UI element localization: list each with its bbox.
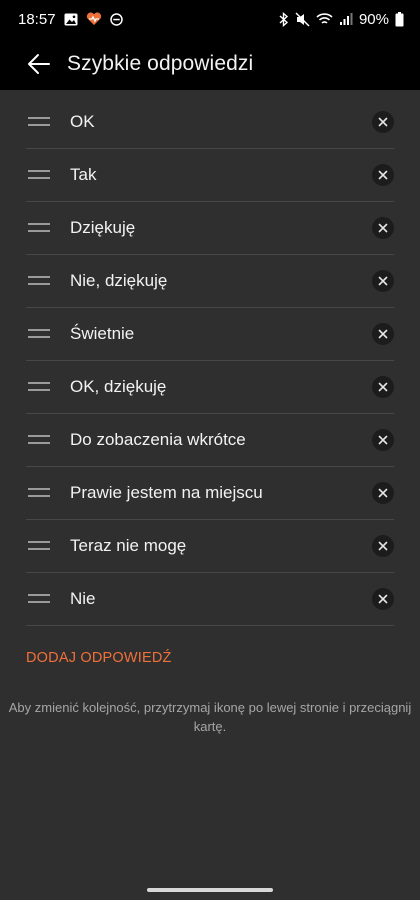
drag-handle-icon[interactable] <box>28 377 54 397</box>
remove-reply-button[interactable] <box>372 111 394 133</box>
wifi-icon <box>316 12 333 26</box>
remove-reply-button[interactable] <box>372 588 394 610</box>
reply-item[interactable]: Prawie jestem na miejscu <box>26 467 394 520</box>
battery-percent: 90% <box>358 10 389 28</box>
reply-label: Nie, dziękuję <box>70 271 168 290</box>
close-icon <box>378 170 388 180</box>
remove-reply-button[interactable] <box>372 217 394 239</box>
reply-item[interactable]: Świetnie <box>26 308 394 361</box>
drag-handle-icon[interactable] <box>28 536 54 556</box>
drag-handle-icon[interactable] <box>28 271 54 291</box>
close-icon <box>378 276 388 286</box>
remove-reply-button[interactable] <box>372 323 394 345</box>
drag-handle-icon[interactable] <box>28 324 54 344</box>
arrow-left-icon <box>28 54 50 74</box>
reply-item[interactable]: OK <box>26 96 394 149</box>
reply-item[interactable]: Do zobaczenia wkrótce <box>26 414 394 467</box>
reply-label: Świetnie <box>70 324 135 343</box>
drag-handle-icon[interactable] <box>28 589 54 609</box>
remove-reply-button[interactable] <box>372 376 394 398</box>
reply-label: OK <box>70 112 95 131</box>
remove-reply-button[interactable] <box>372 482 394 504</box>
reorder-hint: Aby zmienić kolejność, przytrzymaj ikonę… <box>8 700 412 734</box>
status-time: 18:57 <box>18 10 56 28</box>
reply-label: Prawie jestem na miejscu <box>70 483 263 502</box>
close-icon <box>378 488 388 498</box>
close-icon <box>378 594 388 604</box>
reply-label: OK, dziękuję <box>70 377 167 396</box>
close-icon <box>378 541 388 551</box>
reply-label: Teraz nie mogę <box>70 536 187 555</box>
reply-label: Nie <box>70 589 96 608</box>
drag-handle-icon[interactable] <box>28 165 54 185</box>
quick-replies-list: OK Tak Dziękuję Nie, dziękuję Świetnie OK, dz… <box>26 96 394 626</box>
drag-handle-icon[interactable] <box>28 112 54 132</box>
reply-label: Do zobaczenia wkrótce <box>70 430 246 449</box>
app-bar: Szybkie odpowiedzi <box>0 38 420 90</box>
reply-item[interactable]: Tak <box>26 149 394 202</box>
reply-label: Tak <box>70 165 97 184</box>
battery-icon <box>395 11 404 27</box>
close-icon <box>378 223 388 233</box>
close-icon <box>378 435 388 445</box>
drag-handle-icon[interactable] <box>28 430 54 450</box>
drag-handle-icon[interactable] <box>28 483 54 503</box>
close-icon <box>378 382 388 392</box>
heart-app-icon <box>86 12 102 26</box>
status-bar: 18:57 90% <box>0 0 420 38</box>
page-title: Szybkie odpowiedzi <box>67 52 254 75</box>
reply-item[interactable]: Dziękuję <box>26 202 394 255</box>
remove-reply-button[interactable] <box>372 535 394 557</box>
reply-item[interactable]: Nie <box>26 573 394 626</box>
do-not-disturb-icon <box>109 12 123 26</box>
gallery-icon <box>64 13 78 26</box>
remove-reply-button[interactable] <box>372 429 394 451</box>
reply-item[interactable]: Teraz nie mogę <box>26 520 394 573</box>
remove-reply-button[interactable] <box>372 270 394 292</box>
back-button[interactable] <box>27 52 51 76</box>
reply-item[interactable]: Nie, dziękuję <box>26 255 394 308</box>
close-icon <box>378 117 388 127</box>
navigation-handle[interactable] <box>147 888 273 892</box>
mute-icon <box>295 12 310 27</box>
remove-reply-button[interactable] <box>372 164 394 186</box>
drag-handle-icon[interactable] <box>28 218 54 238</box>
close-icon <box>378 329 388 339</box>
signal-icon <box>339 12 353 26</box>
reply-label: Dziękuję <box>70 218 136 237</box>
reply-item[interactable]: OK, dziękuję <box>26 361 394 414</box>
bluetooth-icon <box>279 11 289 27</box>
add-reply-button[interactable]: DODAJ ODPOWIEDŹ <box>26 650 172 666</box>
